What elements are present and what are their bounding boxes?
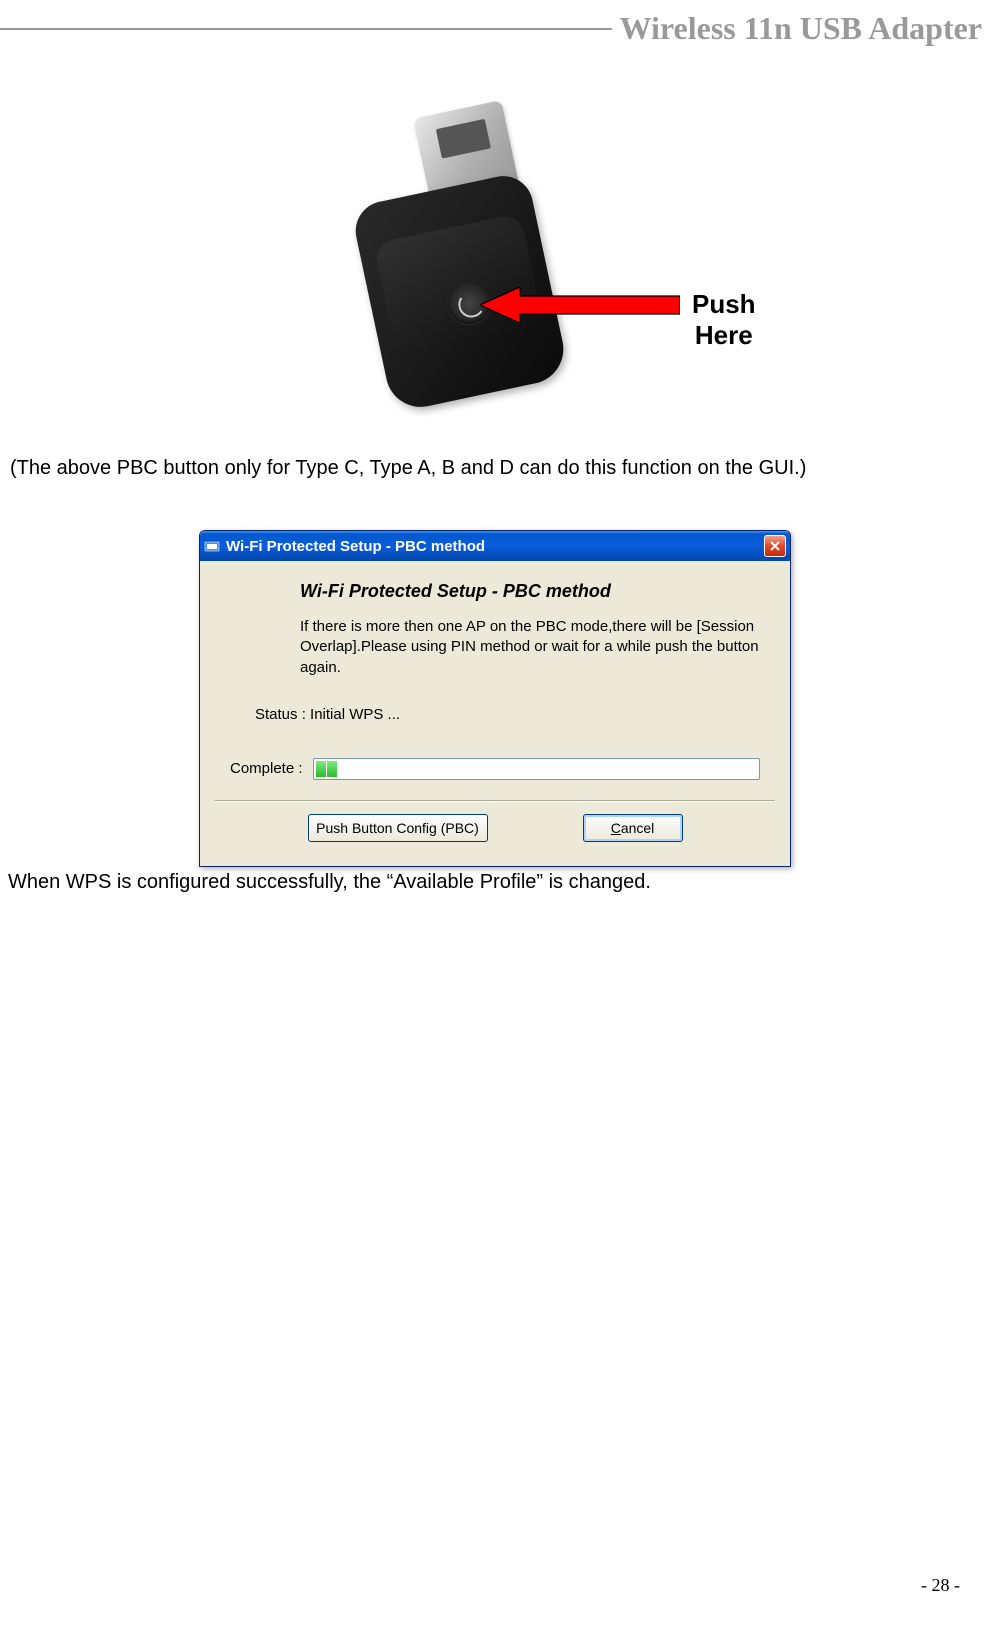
progress-segment [327, 761, 337, 777]
status-row: Status : Initial WPS ... [230, 706, 760, 723]
red-arrow-icon [480, 287, 680, 323]
progress-bar [313, 758, 760, 780]
dialog-heading: Wi-Fi Protected Setup - PBC method [230, 581, 760, 602]
dialog-button-row: Push Button Config (PBC) Cancel [230, 814, 760, 856]
status-value: Initial WPS ... [310, 706, 400, 723]
dialog-titlebar: Wi-Fi Protected Setup - PBC method [200, 531, 790, 561]
close-button[interactable] [764, 535, 786, 557]
push-here-label: Push Here [692, 289, 756, 351]
dialog-separator [215, 800, 775, 802]
dialog-app-icon [204, 538, 220, 554]
header-title: Wireless 11n USB Adapter [620, 10, 990, 47]
result-text: When WPS is configured successfully, the… [8, 871, 980, 894]
progress-segment [316, 761, 326, 777]
dialog-description: If there is more then one AP on the PBC … [230, 617, 760, 678]
dialog-title: Wi-Fi Protected Setup - PBC method [226, 538, 764, 555]
pbc-button[interactable]: Push Button Config (PBC) [308, 814, 488, 842]
figure-caption: (The above PBC button only for Type C, T… [10, 457, 980, 480]
header-rule [0, 28, 612, 30]
complete-row: Complete : [230, 758, 760, 780]
page-number: - 28 - [921, 1575, 960, 1596]
cancel-button[interactable]: Cancel [583, 814, 683, 842]
wps-pbc-dialog: Wi-Fi Protected Setup - PBC method Wi-Fi… [199, 530, 791, 867]
page-header: Wireless 11n USB Adapter [0, 0, 990, 47]
close-icon [770, 541, 780, 551]
usb-adapter-figure: Push Here [0, 107, 990, 412]
complete-label: Complete : [230, 760, 303, 777]
status-label: Status : [255, 706, 306, 723]
